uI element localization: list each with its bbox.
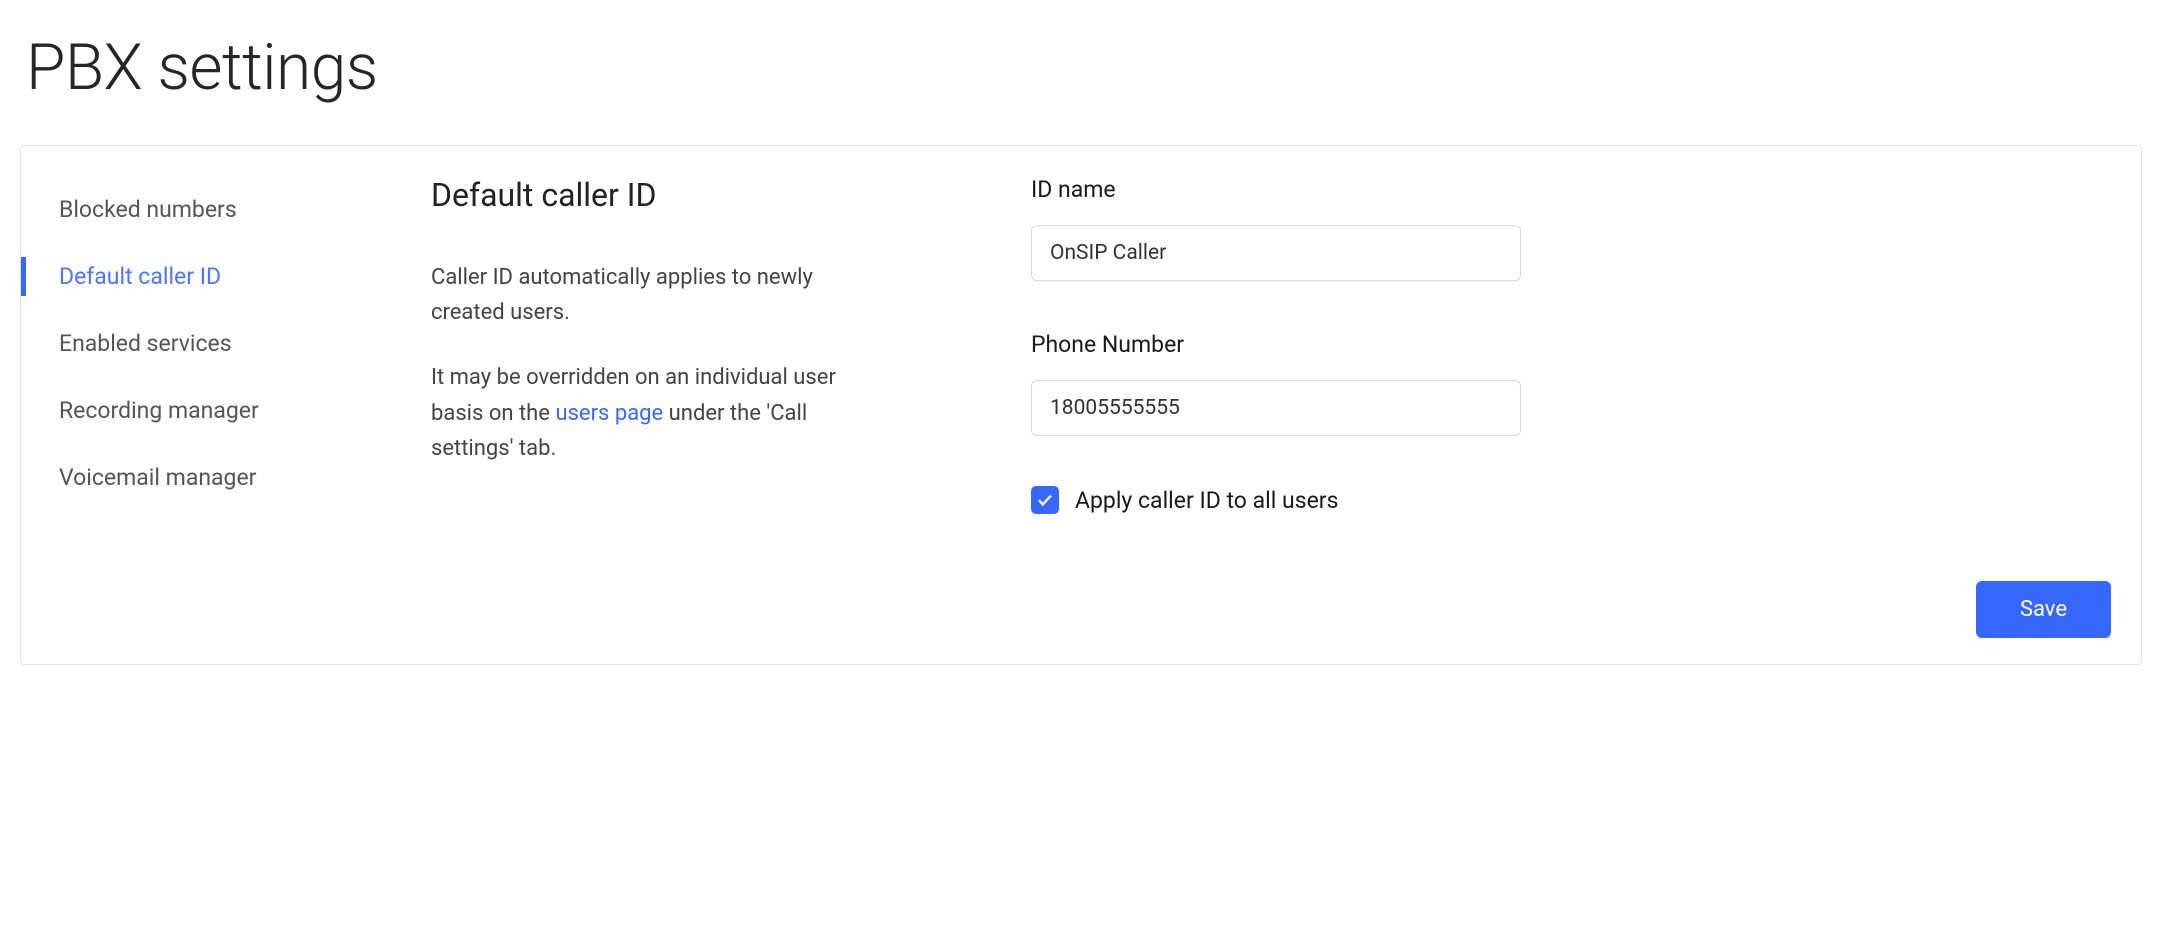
phone-number-group: Phone Number (1031, 331, 1581, 436)
form-column: ID name Phone Number Apply caller ID to … (1031, 176, 1581, 634)
settings-sidebar: Blocked numbers Default caller ID Enable… (21, 146, 411, 664)
id-name-group: ID name (1031, 176, 1581, 281)
settings-content: Default caller ID Caller ID automaticall… (411, 146, 2141, 664)
sidebar-item-voicemail-manager[interactable]: Voicemail manager (21, 444, 411, 511)
check-icon (1036, 491, 1054, 509)
sidebar-item-default-caller-id[interactable]: Default caller ID (21, 243, 411, 310)
description-text-2: It may be overridden on an individual us… (431, 360, 891, 466)
sidebar-item-blocked-numbers[interactable]: Blocked numbers (21, 176, 411, 243)
sidebar-item-recording-manager[interactable]: Recording manager (21, 377, 411, 444)
apply-all-checkbox[interactable] (1031, 486, 1059, 514)
apply-all-row: Apply caller ID to all users (1031, 486, 1581, 514)
id-name-input[interactable] (1031, 225, 1521, 281)
save-button[interactable]: Save (1976, 581, 2111, 638)
page-title: PBX settings (26, 30, 2142, 105)
users-page-link[interactable]: users page (555, 401, 663, 426)
apply-all-label[interactable]: Apply caller ID to all users (1075, 487, 1338, 514)
description-text-1: Caller ID automatically applies to newly… (431, 260, 891, 330)
section-heading: Default caller ID (431, 176, 891, 214)
description-column: Default caller ID Caller ID automaticall… (431, 176, 891, 634)
sidebar-item-enabled-services[interactable]: Enabled services (21, 310, 411, 377)
settings-card: Blocked numbers Default caller ID Enable… (20, 145, 2142, 665)
phone-number-input[interactable] (1031, 380, 1521, 436)
id-name-label: ID name (1031, 176, 1581, 203)
phone-number-label: Phone Number (1031, 331, 1581, 358)
